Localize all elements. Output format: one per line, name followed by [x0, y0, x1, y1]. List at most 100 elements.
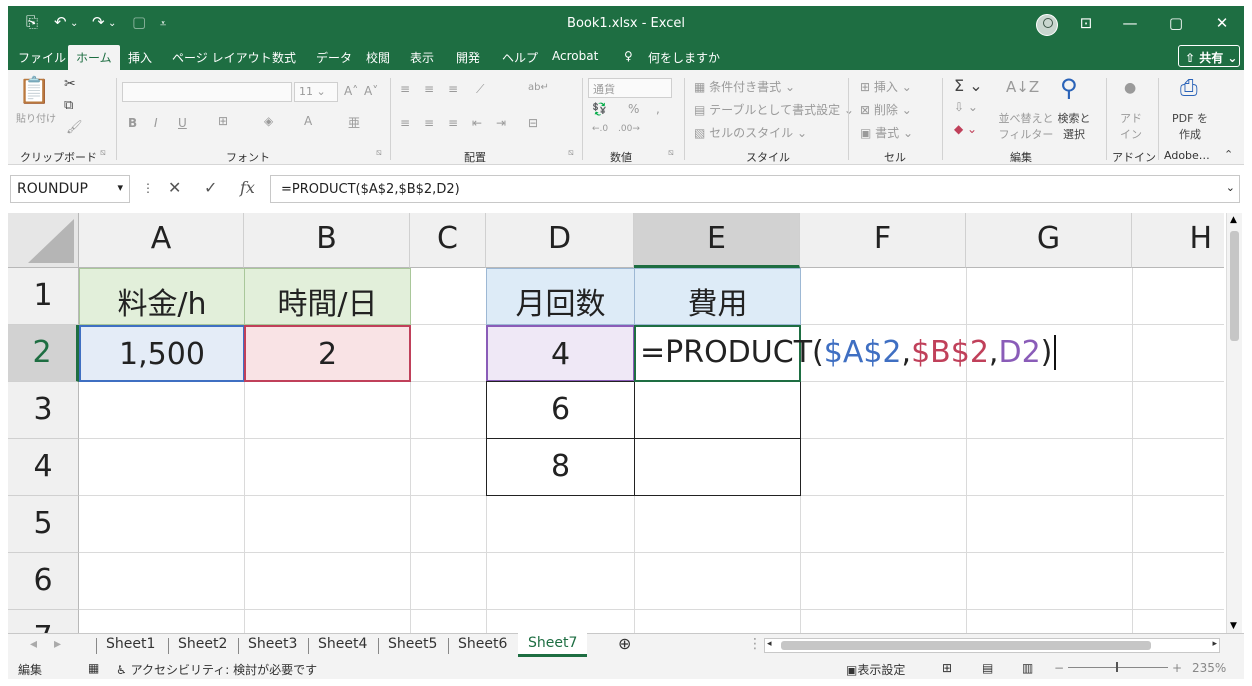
row-header-1[interactable]: 1: [8, 268, 79, 325]
row-header-6[interactable]: 6: [8, 553, 79, 610]
align-middle-icon[interactable]: ≡: [424, 82, 434, 96]
clipboard-launcher-icon[interactable]: ⧅: [100, 148, 106, 158]
tab-view[interactable]: 表示: [410, 49, 434, 66]
column-header-h[interactable]: H: [1132, 213, 1224, 268]
page-layout-view-icon[interactable]: ▤: [982, 661, 993, 675]
font-name-combo[interactable]: [122, 82, 292, 102]
sheet-tab-4[interactable]: Sheet4: [318, 636, 367, 652]
minimize-icon[interactable]: —: [1120, 14, 1140, 32]
find-select-icon[interactable]: ⚲: [1060, 74, 1078, 102]
zoom-slider-thumb[interactable]: [1116, 662, 1118, 672]
formula-input[interactable]: =PRODUCT($A$2,$B$2,D2) ⌄: [270, 175, 1240, 203]
column-header-e[interactable]: E: [634, 213, 800, 268]
cell-d3[interactable]: 6: [486, 381, 635, 439]
cell-b2[interactable]: 2: [244, 325, 411, 382]
conditional-format-button[interactable]: ▦ 条件付き書式 ⌄: [694, 78, 795, 95]
vertical-scrollbar[interactable]: ▲ ▼: [1226, 213, 1242, 633]
insert-function-icon[interactable]: fx: [240, 178, 255, 197]
sheet-tab-2[interactable]: Sheet2: [178, 636, 227, 652]
close-icon[interactable]: ✕: [1212, 14, 1232, 32]
cell-d2[interactable]: 4: [486, 325, 635, 382]
tab-home[interactable]: ホーム: [68, 45, 120, 70]
underline-icon[interactable]: U: [178, 116, 187, 130]
page-break-view-icon[interactable]: ▥: [1022, 661, 1033, 675]
tab-splitter-icon[interactable]: ⋮: [748, 636, 762, 652]
percent-icon[interactable]: %: [628, 102, 639, 116]
accessibility-status[interactable]: ♿ アクセシビリティ: 検討が必要です: [116, 661, 317, 678]
horizontal-scrollbar[interactable]: ◂ ▸: [764, 638, 1220, 653]
increase-decimal-icon[interactable]: ←.0: [592, 124, 608, 134]
insert-cells-button[interactable]: ⊞ 挿入 ⌄: [860, 78, 912, 95]
sheet-tab-1[interactable]: Sheet1: [106, 636, 155, 652]
italic-icon[interactable]: I: [154, 116, 158, 130]
align-left-icon[interactable]: ≡: [400, 116, 410, 130]
column-header-c[interactable]: C: [410, 213, 486, 268]
scroll-up-icon[interactable]: ▲: [1230, 215, 1237, 225]
font-size-combo[interactable]: 11 ⌄: [294, 82, 338, 102]
fill-color-icon[interactable]: ◈: [264, 114, 273, 128]
align-right-icon[interactable]: ≡: [448, 116, 458, 130]
decrease-indent-icon[interactable]: ⇤: [472, 116, 482, 130]
ribbon-display-icon[interactable]: ⊡: [1076, 14, 1096, 32]
lightbulb-icon[interactable]: ♀: [624, 49, 633, 63]
normal-view-icon[interactable]: ⊞: [942, 661, 952, 675]
row-header-2[interactable]: 2: [8, 325, 79, 382]
addins-label[interactable]: アド イン: [1116, 110, 1146, 142]
comma-style-icon[interactable]: ,: [656, 102, 660, 116]
tell-me-search[interactable]: 何をしますか: [648, 49, 720, 66]
zoom-slider[interactable]: [1068, 667, 1168, 668]
clear-icon[interactable]: ◆ ⌄: [954, 122, 977, 136]
zoom-in-icon[interactable]: +: [1172, 661, 1182, 675]
sort-filter-label[interactable]: 並べ替えと フィルター: [998, 110, 1054, 142]
cell-e4[interactable]: [634, 438, 801, 496]
sheet-tab-6[interactable]: Sheet6: [458, 636, 507, 652]
zoom-level[interactable]: 235%: [1192, 661, 1226, 675]
cell-e2-formula-editor[interactable]: =PRODUCT($A$2,$B$2,D2)​: [640, 325, 1057, 382]
font-color-icon[interactable]: A: [304, 114, 312, 128]
delete-cells-button[interactable]: ⊠ 削除 ⌄: [860, 101, 912, 118]
tab-developer[interactable]: 開発: [456, 49, 480, 66]
scroll-thumb[interactable]: [1230, 231, 1239, 341]
merge-center-icon[interactable]: ⊟: [528, 116, 538, 130]
add-sheet-icon[interactable]: ⊕: [618, 634, 631, 653]
accounting-format-icon[interactable]: 💱: [592, 102, 607, 116]
create-pdf-label[interactable]: PDF を作成: [1168, 110, 1212, 142]
prev-sheet-icon[interactable]: ◂: [30, 636, 37, 652]
phonetic-icon[interactable]: 亜: [348, 114, 360, 131]
shrink-font-icon[interactable]: A˅: [364, 84, 378, 98]
pdf-icon[interactable]: ⎙: [1180, 76, 1198, 101]
paste-icon[interactable]: 📋: [18, 76, 50, 106]
tab-data[interactable]: データ: [316, 49, 352, 66]
sheet-tab-5[interactable]: Sheet5: [388, 636, 437, 652]
cell-b1[interactable]: 時間/日: [244, 268, 411, 325]
align-bottom-icon[interactable]: ≡: [448, 82, 458, 96]
tab-help[interactable]: ヘルプ: [502, 49, 538, 66]
enter-icon[interactable]: ✓: [204, 178, 217, 197]
number-format-combo[interactable]: 通貨: [588, 78, 672, 98]
sheet-tab-7-active[interactable]: Sheet7: [518, 633, 588, 657]
horizontal-scroll-thumb[interactable]: [781, 641, 1151, 650]
next-sheet-icon[interactable]: ▸: [54, 636, 61, 652]
expand-formula-icon[interactable]: ⌄: [1226, 181, 1235, 194]
cell-a1[interactable]: 料金/h: [79, 268, 245, 325]
row-header-3[interactable]: 3: [8, 382, 79, 439]
bold-icon[interactable]: B: [128, 116, 137, 130]
column-header-b[interactable]: B: [244, 213, 410, 268]
addins-icon[interactable]: ●: [1124, 80, 1136, 96]
font-launcher-icon[interactable]: ⧅: [376, 148, 382, 158]
scroll-right-icon[interactable]: ▸: [1212, 639, 1217, 649]
column-header-d[interactable]: D: [486, 213, 634, 268]
row-header-5[interactable]: 5: [8, 496, 79, 553]
sort-filter-icon[interactable]: A↓Z: [1006, 78, 1039, 96]
row-header-4[interactable]: 4: [8, 439, 79, 496]
maximize-icon[interactable]: ▢: [1166, 14, 1186, 32]
name-box-dropdown-icon[interactable]: ▾: [117, 181, 123, 194]
cancel-icon[interactable]: ✕: [168, 178, 181, 197]
select-all-corner[interactable]: [8, 213, 79, 268]
tab-file[interactable]: ファイル: [18, 49, 66, 66]
number-launcher-icon[interactable]: ⧅: [668, 148, 674, 158]
cell-e1[interactable]: 費用: [634, 268, 801, 325]
row-header-7[interactable]: 7: [8, 610, 79, 633]
macro-record-icon[interactable]: ▦: [88, 661, 99, 675]
wrap-text-icon[interactable]: ab↵: [528, 82, 549, 93]
